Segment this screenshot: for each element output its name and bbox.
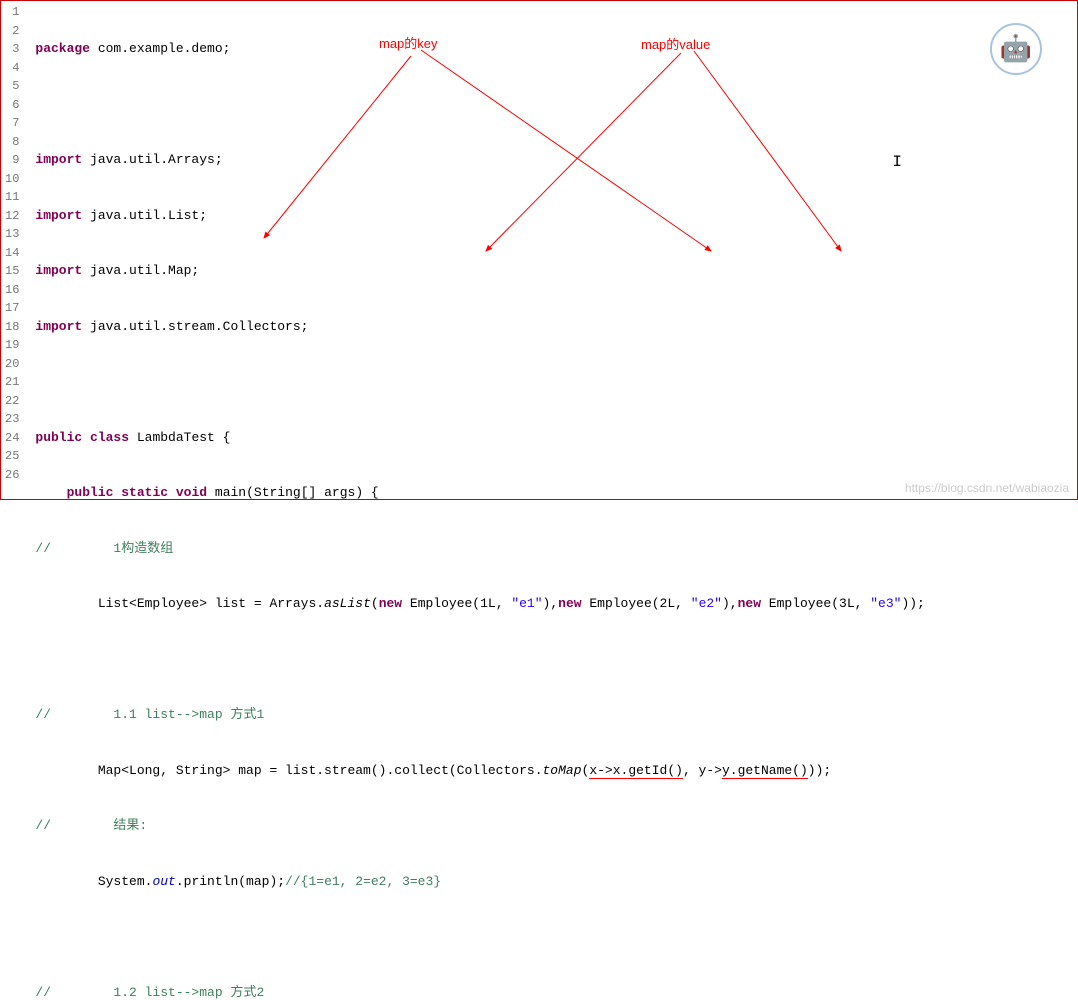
line-number: 1 xyxy=(5,3,19,22)
avatar: 🤖 xyxy=(990,23,1042,75)
line-number: 25 xyxy=(5,447,19,466)
line-number: 10 xyxy=(5,170,19,189)
code-line[interactable]: import java.util.Arrays; xyxy=(35,151,1077,170)
line-number: 11 xyxy=(5,188,19,207)
code-area[interactable]: package com.example.demo; import java.ut… xyxy=(25,1,1077,499)
code-line[interactable]: Map<Long, String> map = list.stream().co… xyxy=(35,762,1077,781)
line-number: 15 xyxy=(5,262,19,281)
code-line[interactable]: import java.util.stream.Collectors; xyxy=(35,318,1077,337)
code-line[interactable]: System.out.println(map);//{1=e1, 2=e2, 3… xyxy=(35,873,1077,892)
code-line[interactable]: public class LambdaTest { xyxy=(35,429,1077,448)
code-line[interactable] xyxy=(35,96,1077,115)
line-number: 21 xyxy=(5,373,19,392)
line-number: 19 xyxy=(5,336,19,355)
line-number: 14 xyxy=(5,244,19,263)
line-number: 17 xyxy=(5,299,19,318)
code-line[interactable]: // 结果: xyxy=(35,817,1077,836)
line-number: 13 xyxy=(5,225,19,244)
line-number: 24 xyxy=(5,429,19,448)
line-number: 7 xyxy=(5,114,19,133)
line-number: 6 xyxy=(5,96,19,115)
code-editor[interactable]: 1 2 3 4 5 6 7 8 9 10 11 12 13 14 15 16 1… xyxy=(1,1,1077,499)
map-value-lambda: y.getName() xyxy=(722,763,808,779)
code-line[interactable]: package com.example.demo; xyxy=(35,40,1077,59)
line-number: 2 xyxy=(5,22,19,41)
code-line[interactable] xyxy=(35,373,1077,392)
code-line[interactable] xyxy=(35,928,1077,947)
line-number: 4 xyxy=(5,59,19,78)
line-number: 3 xyxy=(5,40,19,59)
avatar-icon: 🤖 xyxy=(1000,34,1032,65)
mouse-ibeam-icon: I xyxy=(892,153,902,172)
code-line[interactable] xyxy=(35,651,1077,670)
line-number: 23 xyxy=(5,410,19,429)
code-line[interactable]: List<Employee> list = Arrays.asList(new … xyxy=(35,595,1077,614)
line-number: 20 xyxy=(5,355,19,374)
code-line[interactable]: // 1.2 list-->map 方式2 xyxy=(35,984,1077,1000)
code-line[interactable]: // 1构造数组 xyxy=(35,540,1077,559)
code-line[interactable]: // 1.1 list-->map 方式1 xyxy=(35,706,1077,725)
line-number: 16 xyxy=(5,281,19,300)
map-key-lambda: x->x.getId() xyxy=(589,763,683,779)
line-number: 12 xyxy=(5,207,19,226)
line-number: 8 xyxy=(5,133,19,152)
code-line[interactable]: import java.util.List; xyxy=(35,207,1077,226)
line-number: 26 xyxy=(5,466,19,485)
line-number: 22 xyxy=(5,392,19,411)
line-number-gutter: 1 2 3 4 5 6 7 8 9 10 11 12 13 14 15 16 1… xyxy=(1,1,25,499)
line-number: 5 xyxy=(5,77,19,96)
watermark: https://blog.csdn.net/wabiaozia xyxy=(905,481,1069,495)
line-number: 18 xyxy=(5,318,19,337)
line-number: 9 xyxy=(5,151,19,170)
code-line[interactable]: import java.util.Map; xyxy=(35,262,1077,281)
